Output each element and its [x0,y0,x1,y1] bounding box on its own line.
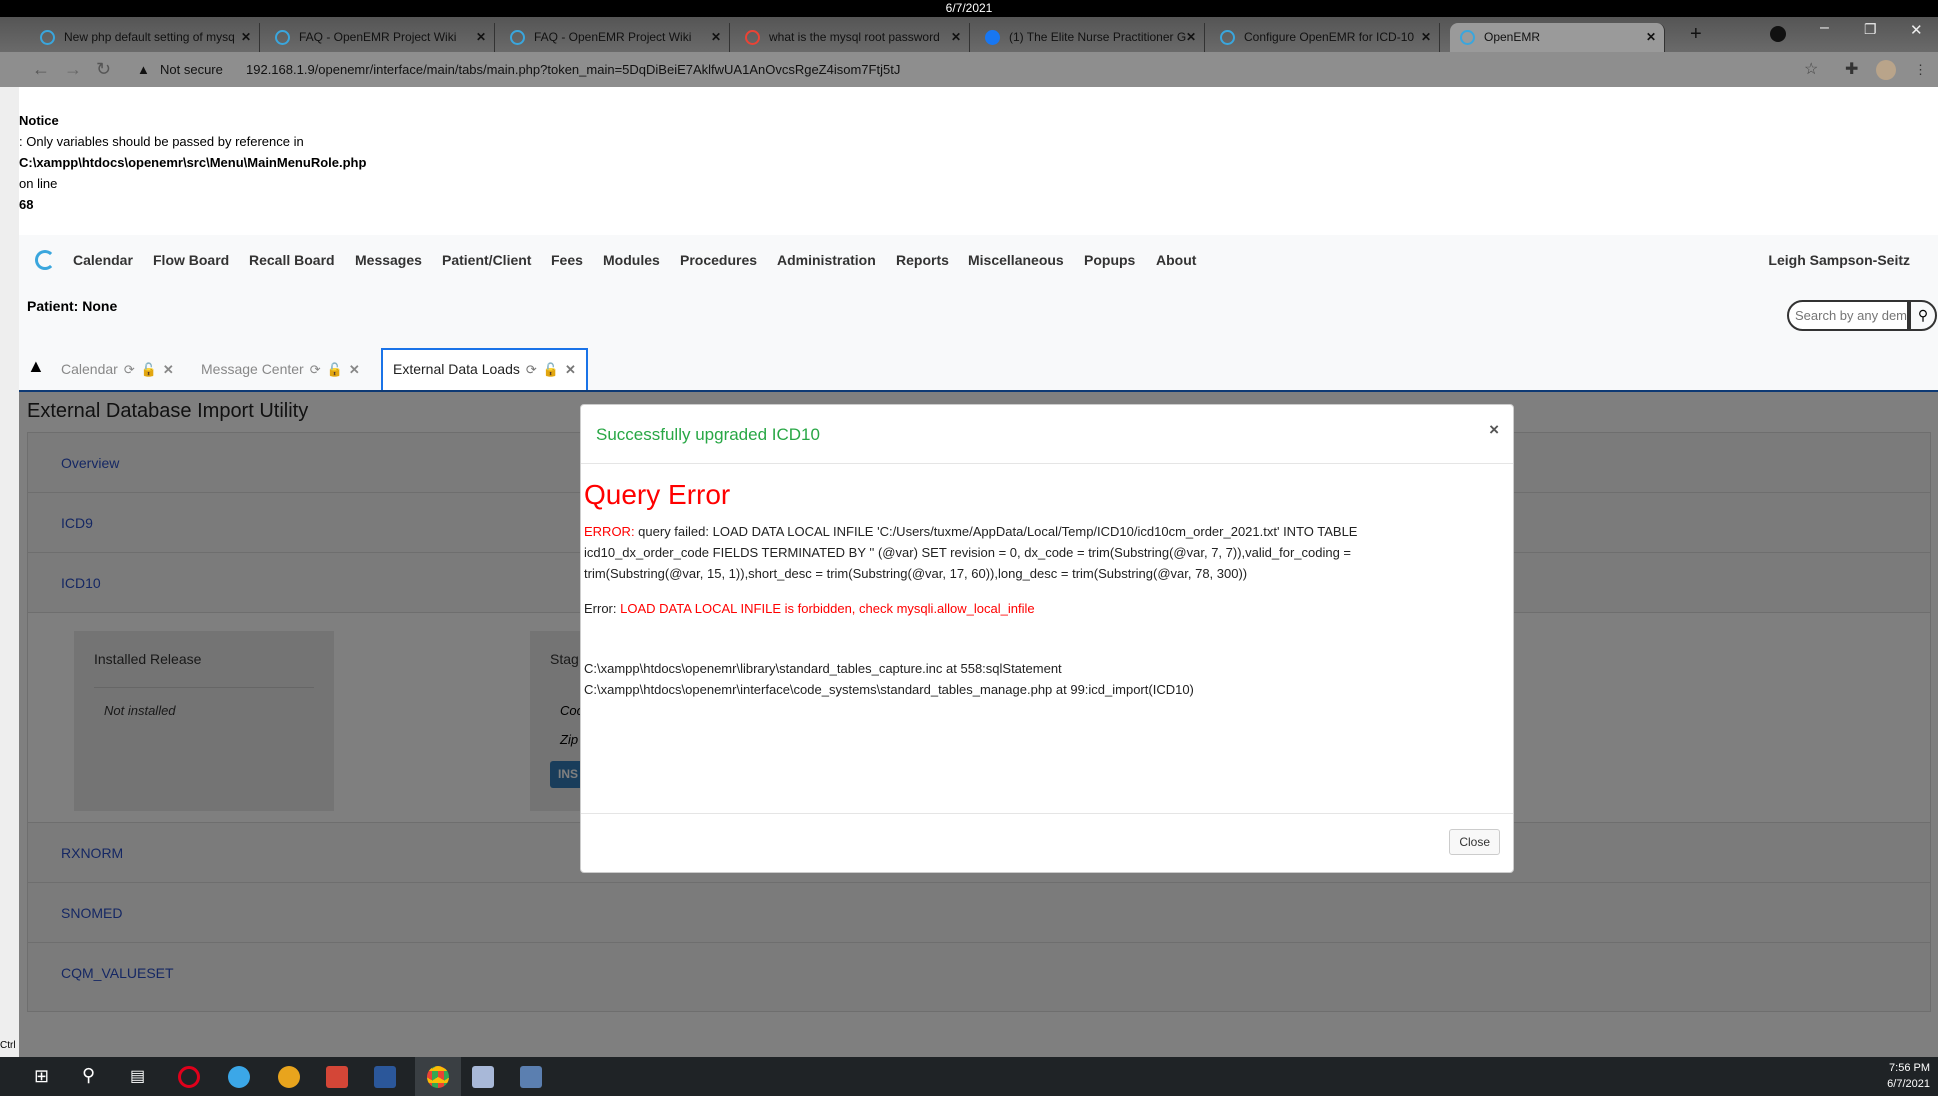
app-icon[interactable] [228,1066,250,1088]
windows-taskbar: ⊞ ⚲ ▤ 7:56 PM 6/7/2021 [0,1057,1938,1096]
lock-icon[interactable]: 🔓 [327,362,343,377]
url-input[interactable]: 192.168.1.9/openemr/interface/main/tabs/… [246,52,900,87]
app-icon[interactable] [278,1066,300,1088]
search-icon[interactable]: ⚲ [1909,300,1937,331]
search-icon[interactable]: ⚲ [82,1065,95,1086]
patient-label: Patient: None [27,298,118,314]
chrome-icon[interactable] [427,1066,449,1088]
tab-message-center[interactable]: Message Center ⟳ 🔓 ✕ [201,350,360,388]
security-label[interactable]: Not secure [160,52,223,87]
close-button[interactable]: Close [1449,829,1500,855]
word-icon[interactable] [374,1066,396,1088]
favicon-icon [1220,30,1235,45]
profile-avatar[interactable] [1876,60,1896,80]
browser-tab[interactable]: FAQ - OpenEMR Project Wiki ✕ [265,23,495,52]
openemr-logo-icon[interactable] [35,250,55,270]
browser-tab-active[interactable]: OpenEMR ✕ [1450,23,1665,52]
tab-search-icon[interactable] [1770,26,1786,42]
lock-icon[interactable]: 🔓 [141,362,157,377]
patient-search-input[interactable] [1787,300,1909,331]
warning-icon: ▲ [137,62,150,77]
error-modal: Successfully upgraded ICD10 × Query Erro… [580,404,1514,873]
browser-tab[interactable]: Configure OpenEMR for ICD-10 ✕ [1210,23,1440,52]
user-name[interactable]: Leigh Sampson-Seitz [1768,252,1910,268]
left-edge [0,87,19,1057]
back-icon[interactable]: ← [32,52,50,87]
favicon-icon [1460,30,1475,45]
refresh-icon[interactable]: ⟳ [124,362,135,377]
menu-about[interactable]: About [1156,252,1196,268]
lock-icon[interactable]: 🔓 [543,362,559,377]
close-tab-icon[interactable]: ✕ [711,23,721,52]
close-tab-icon[interactable]: ✕ [476,23,486,52]
close-icon[interactable]: ✕ [349,362,360,377]
browser-tab[interactable]: New php default setting of mysq ✕ [30,23,260,52]
menu-kebab-icon[interactable]: ⋮ [1914,52,1927,87]
divider [581,463,1513,464]
refresh-icon[interactable]: ⟳ [526,362,537,377]
menu-modules[interactable]: Modules [603,252,660,268]
virtualbox-icon[interactable] [472,1066,494,1088]
browser-tab-strip: New php default setting of mysq ✕ FAQ - O… [0,17,1938,52]
menu-flow-board[interactable]: Flow Board [153,252,229,268]
extensions-icon[interactable]: ✚ [1845,52,1858,87]
windows-start-icon[interactable]: ⊞ [34,1066,49,1087]
app-icon[interactable] [520,1066,542,1088]
close-tab-icon[interactable]: ✕ [951,23,961,52]
main-menu: Calendar Flow Board Recall Board Message… [19,235,1938,287]
tab-calendar[interactable]: Calendar ⟳ 🔓 ✕ [61,350,174,388]
modal-close-icon[interactable]: × [1489,420,1499,440]
menu-fees[interactable]: Fees [551,252,583,268]
favicon-icon [40,30,55,45]
tab-external-data-loads[interactable]: External Data Loads ⟳ 🔓 ✕ [381,348,588,390]
menu-calendar[interactable]: Calendar [73,252,133,268]
divider [581,813,1513,814]
task-view-icon[interactable]: ▤ [130,1066,145,1086]
window-close-button[interactable]: ✕ [1910,21,1923,39]
opera-icon[interactable] [178,1066,200,1088]
close-tab-icon[interactable]: ✕ [1186,23,1196,52]
browser-tab[interactable]: what is the mysql root password ✕ [735,23,970,52]
modal-title: Successfully upgraded ICD10 [596,425,820,444]
browser-tab[interactable]: FAQ - OpenEMR Project Wiki ✕ [500,23,730,52]
system-top-bar: 6/7/2021 [0,0,1938,17]
collapse-caret-icon[interactable]: ▲ [27,356,45,377]
error-message: ERROR: query failed: LOAD DATA LOCAL INF… [584,524,1358,581]
menu-recall-board[interactable]: Recall Board [249,252,335,268]
ctrl-indicator: Ctrl [0,1040,16,1051]
php-notice: Notice : Only variables should be passed… [19,113,367,212]
favicon-icon [510,30,525,45]
error-detail: Error: LOAD DATA LOCAL INFILE is forbidd… [584,601,1035,616]
menu-miscellaneous[interactable]: Miscellaneous [968,252,1064,268]
browser-tab[interactable]: (1) The Elite Nurse Practitioner G ✕ [975,23,1205,52]
facebook-icon [985,30,1000,45]
close-tab-icon[interactable]: ✕ [1646,23,1656,52]
menu-popups[interactable]: Popups [1084,252,1135,268]
close-icon[interactable]: ✕ [163,362,174,377]
menu-messages[interactable]: Messages [355,252,422,268]
close-icon[interactable]: ✕ [565,362,576,377]
menu-procedures[interactable]: Procedures [680,252,757,268]
forward-icon[interactable]: → [64,52,82,87]
google-icon [745,30,760,45]
reload-icon[interactable]: ↻ [96,52,111,87]
menu-patient-client[interactable]: Patient/Client [442,252,531,268]
menu-administration[interactable]: Administration [777,252,876,268]
new-tab-button[interactable]: + [1690,23,1702,46]
close-tab-icon[interactable]: ✕ [1421,23,1431,52]
favicon-icon [275,30,290,45]
patient-header: Patient: None ⚲ ▲ Calendar⟳🔓✕ Message Ce… [19,287,1938,390]
error-heading: Query Error [584,479,731,510]
address-bar: ← → ↻ ▲ Not secure 192.168.1.9/openemr/i… [0,52,1938,87]
refresh-icon[interactable]: ⟳ [310,362,321,377]
bookmark-star-icon[interactable]: ☆ [1804,52,1818,87]
gmail-icon[interactable] [326,1066,348,1088]
clock[interactable]: 7:56 PM 6/7/2021 [1887,1060,1930,1092]
restore-button[interactable]: ❐ [1864,21,1877,38]
close-tab-icon[interactable]: ✕ [241,23,251,52]
minimize-button[interactable]: – [1820,19,1829,37]
top-date: 6/7/2021 [945,1,993,15]
stack-trace: C:\xampp\htdocs\openemr\library\standard… [584,661,1194,697]
menu-reports[interactable]: Reports [896,252,949,268]
